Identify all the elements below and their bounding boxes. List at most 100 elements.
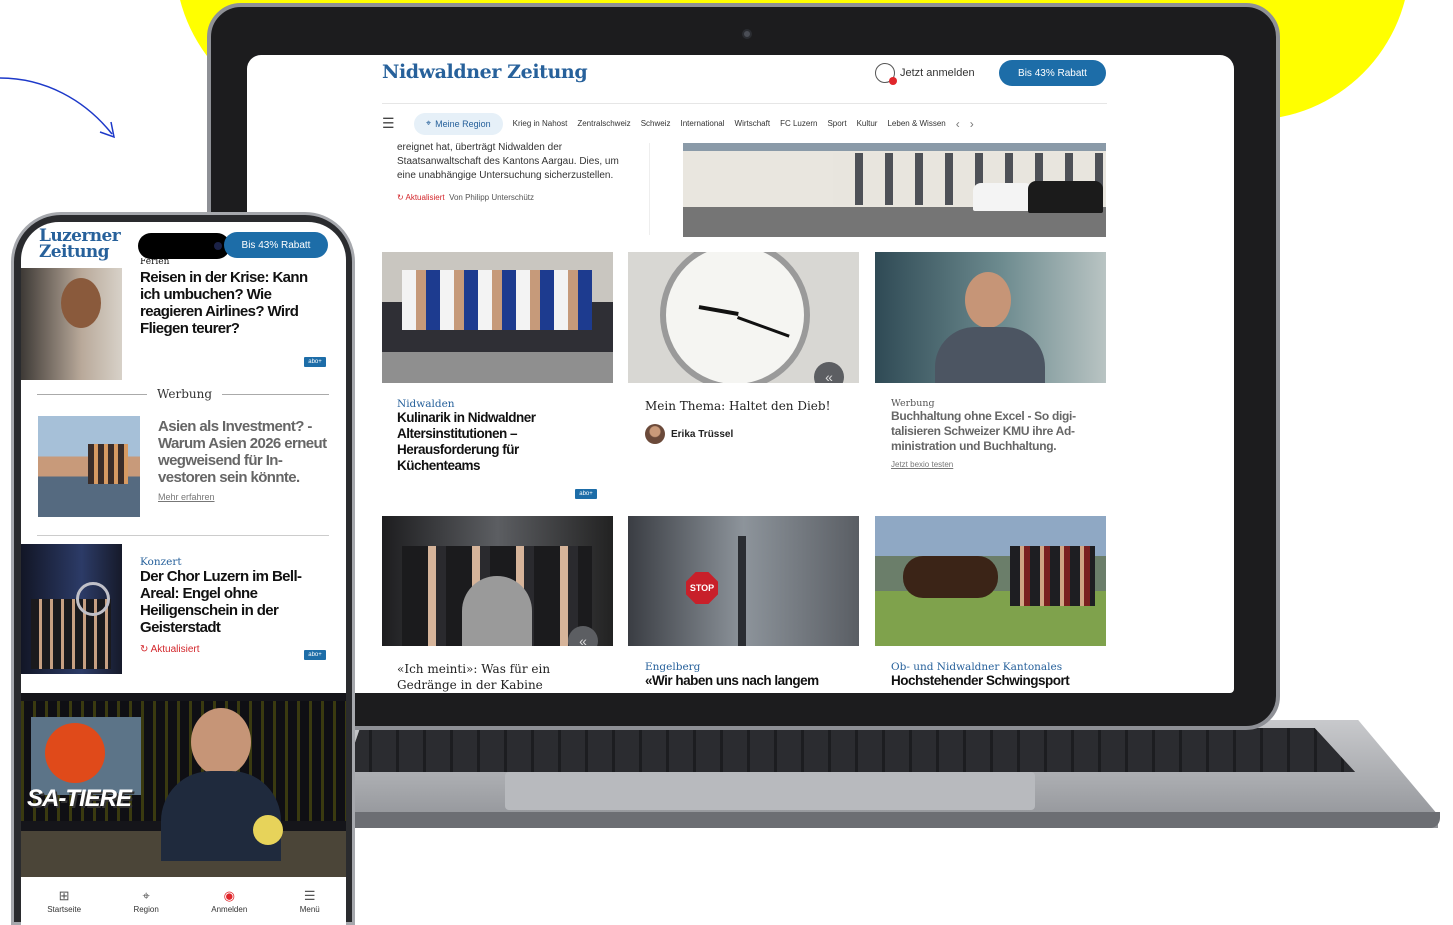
arrow-icon bbox=[0, 77, 115, 139]
replay-icon[interactable]: « bbox=[814, 362, 844, 383]
home-icon: ⊞ bbox=[58, 887, 70, 903]
tile-kicker: Nidwalden bbox=[397, 398, 455, 410]
section-divider bbox=[37, 535, 329, 536]
ad-link[interactable]: Jetzt bexio testen bbox=[891, 460, 1096, 469]
ad-link[interactable]: Mehr erfahren bbox=[158, 492, 328, 502]
promo-button[interactable]: Bis 43% Rabatt bbox=[999, 60, 1106, 86]
abo-plus-badge: abo+ bbox=[575, 489, 597, 499]
phone-promo-button[interactable]: Bis 43% Rabatt bbox=[224, 232, 328, 258]
region-pill[interactable]: ⌖ Meine Region bbox=[414, 112, 503, 135]
tile-headline: Mein Thema: Haltet den Dieb! bbox=[645, 399, 831, 413]
ad-headline: Asien als Investment? - Warum Asien 2026… bbox=[158, 418, 327, 486]
nav-anmelden[interactable]: ◉ Anmelden bbox=[211, 889, 247, 914]
crowd-photo[interactable]: « bbox=[382, 516, 613, 646]
phone-article-konzert[interactable]: Konzert Der Chor Luzern im Bell-Areal: E… bbox=[140, 556, 320, 655]
article-headline: Der Chor Luzern im Bell-Areal: Engel ohn… bbox=[140, 568, 302, 636]
dynamic-island bbox=[138, 233, 230, 259]
abo-plus-badge: abo+ bbox=[304, 650, 326, 660]
engelberg-stop-photo[interactable]: STOP bbox=[628, 516, 859, 646]
site-logo[interactable]: Nidwaldner Zeitung bbox=[382, 61, 588, 83]
article-tile-engelberg[interactable]: Engelberg «Wir haben uns nach langem bbox=[645, 661, 850, 689]
tile-headline: Hochstehender Schwingsport bbox=[891, 673, 1070, 688]
article-kicker: Konzert bbox=[140, 556, 182, 568]
nav-startseite[interactable]: ⊞ Startseite bbox=[47, 889, 81, 914]
nav-item-zentralschweiz[interactable]: Zentralschweiz bbox=[577, 119, 630, 128]
login-link[interactable]: Jetzt anmelden bbox=[875, 63, 975, 85]
laptop-touchpad bbox=[505, 772, 1035, 810]
laptop-screen: Nidwaldner Zeitung Jetzt anmelden Bis 43… bbox=[247, 55, 1234, 693]
divider-line bbox=[37, 393, 147, 395]
nav-label: Anmelden bbox=[211, 904, 248, 914]
asia-city-photo[interactable] bbox=[38, 416, 140, 517]
article-tile-kabine[interactable]: «Ich meinti»: Was für ein Gedränge in de… bbox=[397, 661, 602, 693]
concert-photo[interactable] bbox=[21, 544, 122, 674]
promo-stage: Nidwaldner Zeitung Jetzt anmelden Bis 43… bbox=[0, 0, 1453, 925]
login-label: Jetzt anmelden bbox=[900, 67, 975, 79]
article-headline: Reisen in der Krise: Kann ich umbuchen? … bbox=[140, 269, 308, 337]
tile-headline: «Wir haben uns nach langem bbox=[645, 673, 819, 688]
byline: Von Philipp Unterschütz bbox=[449, 193, 534, 202]
nav-item-kultur[interactable]: Kultur bbox=[857, 119, 878, 128]
schwingfest-photo[interactable] bbox=[875, 516, 1106, 646]
nav-item-sport[interactable]: Sport bbox=[827, 119, 846, 128]
video-player[interactable]: SA-TIERE bbox=[21, 693, 346, 877]
tile-headline: «Ich meinti»: Was für ein Gedränge in de… bbox=[397, 662, 551, 692]
tile-kicker: Engelberg bbox=[645, 661, 701, 673]
businessman-photo[interactable] bbox=[875, 252, 1106, 383]
nav-label: Startseite bbox=[47, 904, 82, 914]
nav-label: Region bbox=[133, 904, 159, 914]
nav-item-krieg-in-nahost[interactable]: Krieg in Nahost bbox=[513, 119, 568, 128]
nav-prev-icon[interactable]: ‹ bbox=[956, 117, 960, 131]
ad-tile-bexio[interactable]: Werbung Buchhaltung ohne Excel - So digi… bbox=[891, 398, 1096, 469]
webcam bbox=[742, 29, 752, 39]
article-kicker: Ferien bbox=[140, 258, 170, 267]
menu-icon: ☰ bbox=[303, 887, 316, 903]
main-nav: ☰ ⌖ Meine Region Krieg in Nahost Zentrals… bbox=[382, 103, 1107, 143]
ad-label: Werbung bbox=[157, 387, 213, 401]
nav-item-wirtschaft[interactable]: Wirtschaft bbox=[735, 119, 771, 128]
user-icon: ◉ bbox=[223, 887, 235, 903]
nav-item-leben-wissen[interactable]: Leben & Wissen bbox=[887, 119, 945, 128]
lead-article[interactable]: ereignet hat, überträgt Nidwalden der St… bbox=[382, 142, 650, 235]
video-caption: SA-TIERE bbox=[27, 785, 132, 812]
replay-icon[interactable]: « bbox=[568, 626, 598, 646]
lead-image[interactable] bbox=[683, 143, 1106, 237]
phone-article-ferien[interactable]: Ferien Reisen in der Krise: Kann ich umb… bbox=[140, 258, 320, 337]
laptop-base bbox=[300, 812, 1440, 828]
menu-search-icon[interactable]: ☰ bbox=[382, 115, 404, 132]
location-pin-icon: ⌖ bbox=[426, 118, 432, 128]
lead-meta: ↻ Aktualisiert Von Philipp Unterschütz bbox=[397, 191, 634, 205]
status-label: Aktualisiert bbox=[405, 193, 445, 202]
phone-screen: Luzerner Zeitung Bis 43% Rabatt Ferien R… bbox=[21, 222, 346, 925]
ad-headline: Buchhaltung ohne Excel - So digi­talisie… bbox=[891, 409, 1077, 453]
stop-sign: STOP bbox=[686, 572, 718, 604]
laptop-keyboard bbox=[345, 728, 1355, 772]
clock-photo[interactable]: « bbox=[628, 252, 859, 383]
tile-kicker: Ob- und Nidwaldner Kantonales bbox=[891, 661, 1063, 673]
tile-headline: Kulinarik in Nidwaldner Altersinstitutio… bbox=[397, 410, 536, 473]
nav-next-icon[interactable]: › bbox=[970, 117, 974, 131]
logo-line-2: Zeitung bbox=[39, 242, 110, 262]
nav-item-fc-luzern[interactable]: FC Luzern bbox=[780, 119, 817, 128]
region-pill-label: Meine Region bbox=[435, 118, 491, 129]
user-icon bbox=[875, 63, 897, 85]
status: ↻ Aktualisiert bbox=[140, 644, 320, 655]
article-tile-opinion[interactable]: Mein Thema: Haltet den Dieb! Erika Trüss… bbox=[645, 398, 850, 444]
travel-photo[interactable] bbox=[21, 268, 122, 380]
kitchen-team-photo[interactable] bbox=[382, 252, 613, 383]
abo-plus-badge: abo+ bbox=[304, 357, 326, 367]
nav-item-schweiz[interactable]: Schweiz bbox=[641, 119, 671, 128]
bottom-nav: ⊞ Startseite ⌖ Region ◉ Anmelden ☰ Menü bbox=[21, 877, 346, 925]
status-label: Aktualisiert bbox=[150, 644, 200, 655]
article-tile-schwingsport[interactable]: Ob- und Nidwaldner Kantonales Hochstehen… bbox=[891, 661, 1096, 689]
nav-menu[interactable]: ☰ Menü bbox=[300, 889, 320, 914]
phone-ad-asien[interactable]: Asien als Investment? - Warum Asien 2026… bbox=[158, 418, 328, 502]
ad-label: Werbung bbox=[891, 398, 935, 409]
nav-item-international[interactable]: International bbox=[680, 119, 724, 128]
divider-line bbox=[222, 393, 329, 395]
avatar bbox=[645, 424, 665, 444]
article-tile-kulinarik[interactable]: Nidwalden Kulinarik in Nidwaldner Alters… bbox=[397, 398, 602, 474]
nav-region[interactable]: ⌖ Region bbox=[133, 889, 158, 914]
author-name: Erika Trüssel bbox=[671, 428, 734, 440]
phone-site-logo[interactable]: Luzerner Zeitung bbox=[39, 228, 121, 262]
